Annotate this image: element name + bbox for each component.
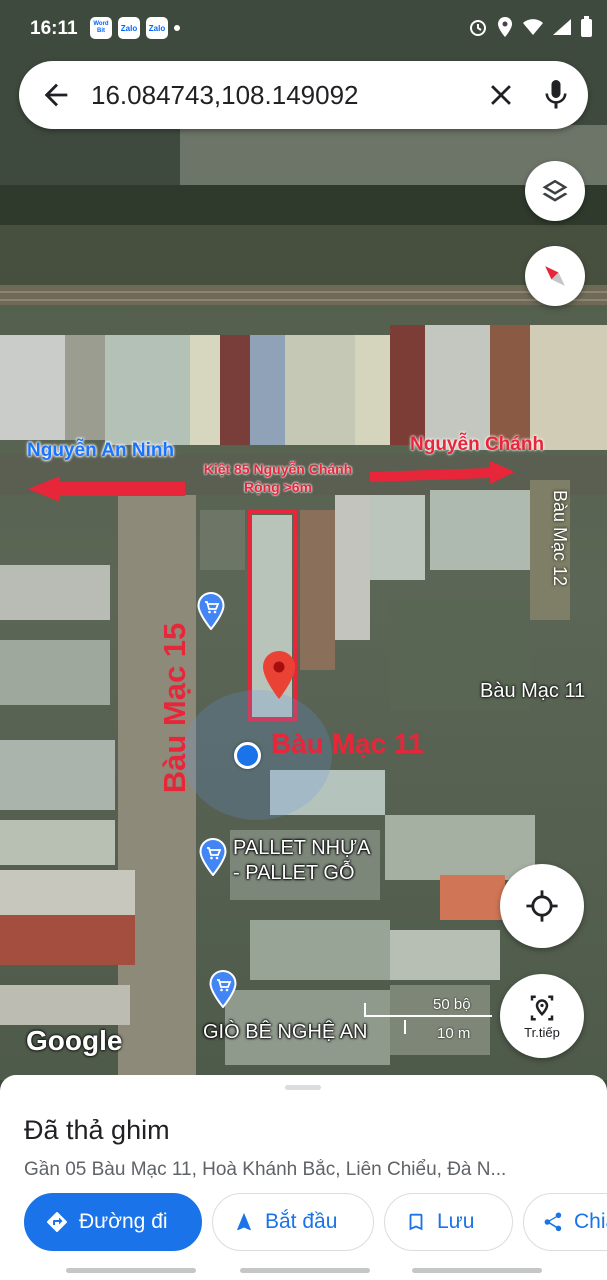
my-location-button[interactable] [500, 864, 584, 948]
annotation-bau-mac-15: Bàu Mạc 15 [157, 622, 192, 794]
gesture-navigation-bar [0, 1264, 607, 1280]
navigation-arrow-icon [237, 1212, 251, 1231]
google-attribution: Google [26, 1025, 123, 1056]
wifi-icon [523, 19, 543, 35]
start-button[interactable]: Bắt đầu [212, 1193, 374, 1251]
scale-metric: 10 m [437, 1025, 471, 1042]
action-chips: Đường đi Bắt đầu Lưu Chia [24, 1193, 607, 1253]
annotation-kiet: Kiệt 85 Nguyễn Chánh Rộng >6m [183, 460, 373, 496]
status-bar: 16:11 Word Bit Zalo Zalo [0, 0, 607, 56]
zalo-notification-icon: Zalo [118, 17, 140, 39]
place-title: Đã thả ghim [24, 1115, 170, 1145]
share-icon [544, 1212, 562, 1232]
sheet-drag-handle[interactable] [285, 1085, 321, 1090]
directions-icon [47, 1212, 67, 1232]
scale-imperial: 50 bộ [433, 996, 471, 1013]
battery-icon [581, 16, 592, 37]
my-location-icon [526, 890, 558, 922]
layers-icon [542, 179, 568, 202]
directions-label: Đường đi [79, 1210, 168, 1233]
wordbit-notification-icon: Word Bit [90, 17, 112, 39]
annotation-bau-mac-11: Bàu Mạc 11 [271, 728, 424, 759]
share-label: Chia [574, 1210, 607, 1233]
poi-label-pallet[interactable]: PALLET NHỰA - PALLET GỖ [233, 836, 371, 886]
bookmark-icon [409, 1213, 423, 1231]
shopping-pin-icon[interactable] [209, 970, 237, 1008]
compass-button[interactable] [525, 246, 585, 306]
poi-label-gio-be[interactable]: GIÒ BÊ NGHỆ AN [203, 1020, 367, 1045]
save-label: Lưu [437, 1210, 475, 1233]
street-label-bau-mac-12: Bàu Mạc 12 [550, 490, 570, 587]
dropped-pin-icon[interactable] [261, 650, 297, 700]
system-status-icons [468, 16, 593, 38]
layers-button[interactable] [525, 161, 585, 221]
street-label-bau-mac-11: Bàu Mạc 11 [480, 680, 586, 702]
close-icon[interactable] [484, 78, 518, 112]
location-status-icon [498, 17, 512, 37]
place-address: Gần 05 Bàu Mạc 11, Hoà Khánh Bắc, Liên C… [24, 1159, 507, 1180]
more-notifications-dot [174, 25, 180, 31]
poi-label-pallet-line2: - PALLET GỖ [233, 862, 355, 884]
poi-label-pallet-line1: PALLET NHỰA [233, 837, 371, 859]
save-button[interactable]: Lưu [384, 1193, 513, 1251]
shopping-pin-icon[interactable] [199, 838, 227, 876]
current-location-dot [234, 742, 261, 769]
arrow-back-icon[interactable] [39, 78, 73, 112]
directions-button[interactable]: Đường đi [24, 1193, 202, 1251]
gesture-segment [412, 1268, 542, 1273]
navigation-pin-icon [530, 995, 554, 1020]
street-label-nguyen-chanh: Nguyễn Chánh [410, 434, 545, 455]
gesture-segment [66, 1268, 196, 1273]
notification-icons: Word Bit Zalo Zalo [90, 17, 180, 39]
place-bottom-sheet[interactable]: Đã thả ghim Gần 05 Bàu Mạc 11, Hoà Khánh… [0, 1075, 607, 1280]
start-label: Bắt đầu [265, 1210, 338, 1233]
shopping-pin-icon[interactable] [197, 592, 225, 630]
mic-icon[interactable] [538, 76, 574, 114]
search-bar[interactable] [19, 61, 588, 129]
navigate-label: Tr.tiếp [524, 1024, 560, 1040]
alarm-icon [470, 20, 486, 36]
gesture-segment [240, 1268, 370, 1273]
zalo-notification-icon: Zalo [146, 17, 168, 39]
compass-icon [545, 266, 565, 286]
annotation-kiet-line2: Rộng >6m [243, 479, 313, 495]
search-input[interactable] [91, 75, 471, 115]
annotation-kiet-line1: Kiệt 85 Nguyễn Chánh [203, 461, 353, 477]
street-label-nguyen-an-ninh: Nguyễn An Ninh [27, 440, 175, 461]
navigate-button[interactable]: Tr.tiếp [500, 974, 584, 1058]
share-button[interactable]: Chia [523, 1193, 607, 1251]
status-time: 16:11 [30, 18, 78, 39]
signal-icon [553, 19, 571, 35]
